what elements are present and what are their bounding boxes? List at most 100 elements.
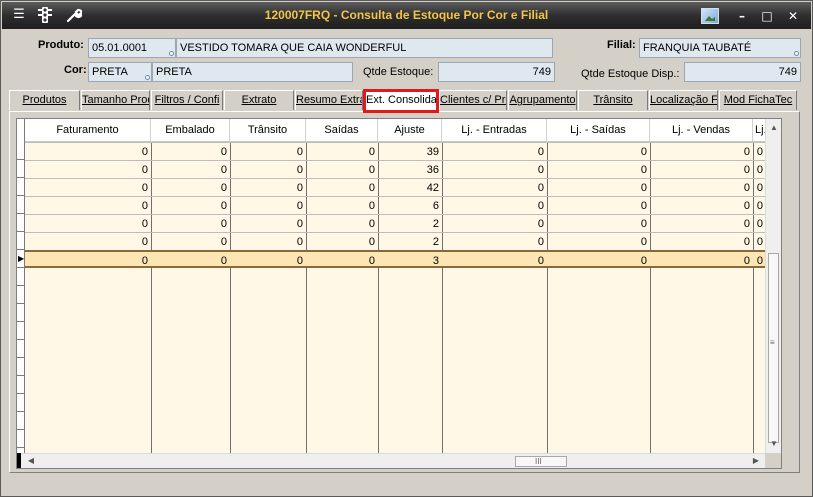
tab-transito[interactable]: Trânsito [578, 90, 648, 110]
row-indicator[interactable] [17, 142, 25, 160]
horizontal-scrollbar[interactable]: ◀ III ▶ [17, 453, 766, 468]
table-cell[interactable]: 0 [650, 196, 753, 214]
row-indicator[interactable]: ▶ [17, 250, 25, 268]
lookup-icon[interactable] [794, 51, 799, 56]
minimize-icon[interactable]: – [733, 8, 751, 24]
col-header-transito[interactable]: Trânsito [230, 119, 306, 142]
horizontal-scroll-thumb[interactable]: III [515, 456, 567, 467]
table-cell[interactable]: 0 [650, 178, 753, 196]
table-cell[interactable]: 0 [230, 232, 306, 250]
table-cell[interactable]: 0 [306, 252, 378, 270]
table-cell[interactable]: 2 [378, 232, 442, 250]
table-cell[interactable]: 0 [442, 214, 547, 232]
row-indicator[interactable] [17, 160, 25, 178]
table-cell[interactable]: 39 [378, 142, 442, 160]
tab-mod-fichatec[interactable]: Mod FichaTec [719, 90, 797, 110]
table-cell[interactable]: 42 [378, 178, 442, 196]
table-cell[interactable]: 0 [25, 142, 151, 160]
cor-code-field[interactable]: PRETA [88, 62, 152, 82]
table-cell[interactable]: 0 [650, 142, 753, 160]
table-cell[interactable]: 0 [306, 142, 378, 160]
col-header-faturamento[interactable]: Faturamento [25, 119, 151, 142]
table-cell[interactable]: 6 [378, 196, 442, 214]
table-cell[interactable]: 0 [25, 178, 151, 196]
table-cell[interactable]: 0 [151, 196, 230, 214]
produto-code-field[interactable]: 05.01.0001 [88, 38, 176, 58]
table-row[interactable]: 0 0 0 0 42 0 0 0 0 [25, 178, 766, 196]
table-cell[interactable]: 0 [442, 142, 547, 160]
col-header-lj-entradas[interactable]: Lj. - Entradas [442, 119, 547, 142]
row-indicator[interactable] [17, 178, 25, 196]
col-header-ajuste[interactable]: Ajuste [378, 119, 442, 142]
table-cell[interactable]: 0 [547, 142, 650, 160]
table-cell[interactable]: 0 [547, 178, 650, 196]
table-cell[interactable]: 2 [378, 214, 442, 232]
table-cell[interactable]: 0 [230, 252, 306, 270]
table-cell[interactable]: 0 [151, 160, 230, 178]
lookup-icon[interactable] [145, 75, 150, 80]
table-cell[interactable]: 0 [230, 196, 306, 214]
table-cell[interactable]: 0 [230, 178, 306, 196]
data-grid[interactable]: Faturamento Embalado Trânsito Saídas Aju… [16, 118, 782, 469]
table-cell[interactable]: 36 [378, 160, 442, 178]
table-row[interactable]: 0 0 0 0 36 0 0 0 0 [25, 160, 766, 178]
tab-produtos[interactable]: Produtos [9, 90, 80, 110]
tab-extrato[interactable]: Extrato [224, 90, 294, 110]
tab-ext-consolidado[interactable]: Ext. Consolida [363, 89, 439, 113]
filial-field[interactable]: FRANQUIA TAUBATÉ [639, 38, 801, 58]
table-cell[interactable]: 0 [442, 232, 547, 250]
table-row[interactable]: 000020000 [25, 214, 766, 232]
table-cell[interactable]: 0 [442, 196, 547, 214]
table-cell[interactable]: 0 [650, 214, 753, 232]
picture-icon[interactable] [701, 8, 719, 24]
table-cell[interactable]: 0 [151, 178, 230, 196]
table-row[interactable]: 000020000 [25, 232, 766, 250]
table-cell[interactable]: 3 [378, 252, 442, 270]
table-cell[interactable]: 0 [442, 178, 547, 196]
table-cell[interactable]: 0 [650, 160, 753, 178]
table-cell[interactable]: 0 [151, 232, 230, 250]
tab-clientes-com-produto[interactable]: Clientes c/ Pro [439, 90, 507, 110]
table-cell[interactable]: 0 [306, 232, 378, 250]
vertical-scrollbar[interactable]: ▲ ≡ ▼ [765, 119, 781, 455]
col-header-saidas[interactable]: Saídas [306, 119, 378, 142]
table-cell[interactable]: 0 [230, 142, 306, 160]
close-icon[interactable]: ✕ [784, 8, 802, 24]
table-cell[interactable]: 0 [151, 142, 230, 160]
table-cell[interactable]: 0 [547, 252, 650, 270]
table-cell[interactable]: 0 [25, 252, 151, 270]
table-cell[interactable]: 0 [306, 214, 378, 232]
col-header-lj-vendas[interactable]: Lj. - Vendas [650, 119, 753, 142]
table-cell[interactable]: 0 [547, 214, 650, 232]
table-row-selected[interactable]: 000030000 [25, 250, 766, 268]
lookup-icon[interactable] [169, 51, 174, 56]
vertical-scroll-thumb[interactable]: ≡ [768, 253, 779, 443]
table-cell[interactable]: 0 [442, 252, 547, 270]
scroll-down-arrow-icon[interactable]: ▼ [768, 437, 780, 451]
col-header-embalado[interactable]: Embalado [151, 119, 230, 142]
table-cell[interactable]: 0 [230, 214, 306, 232]
tab-agrupamento[interactable]: Agrupamento [508, 90, 577, 110]
scroll-right-arrow-icon[interactable]: ▶ [750, 454, 762, 468]
maximize-icon[interactable]: □ [758, 8, 776, 24]
table-cell[interactable]: 0 [547, 232, 650, 250]
table-cell[interactable]: 0 [306, 178, 378, 196]
tab-resumo-extrato[interactable]: Resumo Extra [295, 90, 363, 110]
table-cell[interactable]: 0 [547, 196, 650, 214]
tab-localizacao-filial[interactable]: Localização Fil [649, 90, 718, 110]
tab-filtros-config[interactable]: Filtros / Confi [151, 90, 223, 110]
table-row[interactable]: 0 0 0 0 39 0 0 0 0 [25, 142, 766, 160]
table-cell[interactable]: 0 [650, 232, 753, 250]
table-cell[interactable]: 0 [442, 160, 547, 178]
table-cell[interactable]: 0 [306, 196, 378, 214]
tab-tamanho-prod[interactable]: Tamanho Prod [81, 90, 150, 110]
table-cell[interactable]: 0 [25, 196, 151, 214]
row-indicator[interactable] [17, 214, 25, 232]
table-cell[interactable]: 0 [151, 252, 230, 270]
row-indicator[interactable] [17, 196, 25, 214]
table-cell[interactable]: 0 [25, 214, 151, 232]
table-cell[interactable]: 0 [650, 252, 753, 270]
scroll-up-arrow-icon[interactable]: ▲ [768, 121, 780, 135]
scroll-left-arrow-icon[interactable]: ◀ [25, 454, 37, 468]
table-cell[interactable]: 0 [230, 160, 306, 178]
